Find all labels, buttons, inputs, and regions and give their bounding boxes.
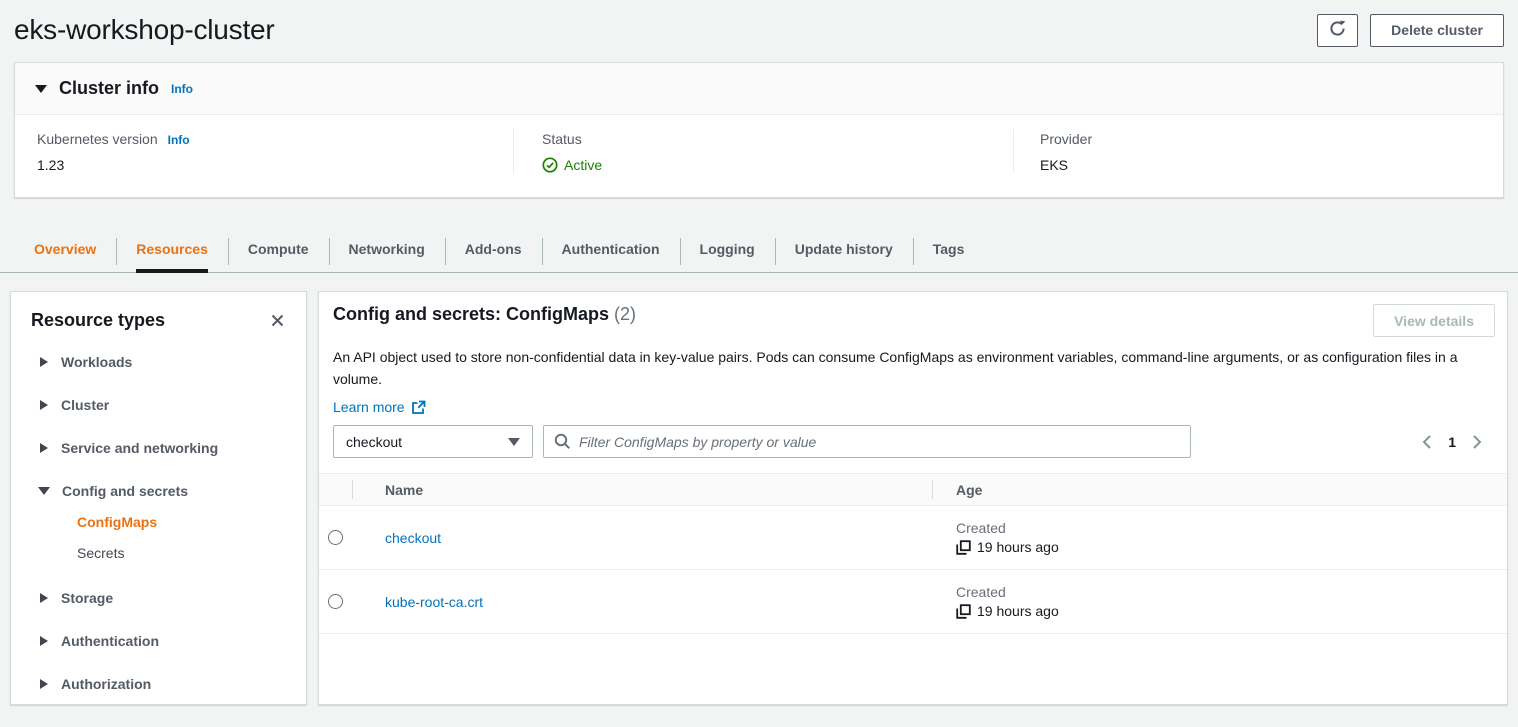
- configmaps-panel: Config and secrets: ConfigMaps (2) View …: [318, 291, 1508, 705]
- close-icon[interactable]: [269, 312, 286, 329]
- row-radio-button[interactable]: [328, 594, 343, 609]
- sidebar-item-service-and-networking[interactable]: Service and networking: [31, 436, 286, 460]
- table-header: Name Age: [319, 473, 1507, 506]
- search-input[interactable]: [579, 434, 1180, 450]
- panel-title: Config and secrets: ConfigMaps (2): [333, 304, 636, 325]
- tab-resources[interactable]: Resources: [116, 228, 228, 272]
- page-title: eks-workshop-cluster: [14, 14, 275, 46]
- resource-type-tree: Workloads Cluster Service and networking…: [31, 350, 286, 696]
- chevron-right-icon: [40, 593, 48, 603]
- tab-authentication[interactable]: Authentication: [542, 228, 680, 272]
- field-status: Status Active: [513, 129, 1013, 173]
- external-link-icon[interactable]: [411, 400, 426, 415]
- copy-icon[interactable]: [956, 604, 971, 619]
- sidebar-item-secrets[interactable]: Secrets: [77, 541, 286, 565]
- sidebar-item-workloads[interactable]: Workloads: [31, 350, 286, 374]
- chevron-right-icon: [40, 443, 48, 453]
- cluster-tabs: Overview Resources Compute Networking Ad…: [0, 228, 1518, 273]
- sidebar-item-authentication[interactable]: Authentication: [31, 629, 286, 653]
- search-icon: [554, 433, 571, 450]
- refresh-icon: [1328, 19, 1347, 41]
- chevron-right-icon: [40, 400, 48, 410]
- dropdown-caret-icon: [508, 438, 520, 446]
- tab-networking[interactable]: Networking: [329, 228, 445, 272]
- provider-value: EKS: [1040, 157, 1503, 173]
- tab-compute[interactable]: Compute: [228, 228, 329, 272]
- age-created-label: Created: [956, 584, 1507, 600]
- age-value: 19 hours ago: [977, 603, 1059, 619]
- kubernetes-version-info-link[interactable]: Info: [168, 133, 190, 147]
- resource-types-sidebar: Resource types Workloads Cluster Service…: [10, 291, 307, 705]
- status-label: Status: [542, 131, 582, 147]
- tab-update-history[interactable]: Update history: [775, 228, 913, 272]
- age-column-header: Age: [933, 482, 1507, 498]
- configmap-link[interactable]: kube-root-ca.crt: [385, 594, 483, 610]
- refresh-button[interactable]: [1317, 14, 1358, 47]
- sidebar-item-config-and-secrets[interactable]: Config and secrets: [31, 479, 286, 503]
- field-kubernetes-version: Kubernetes version Info 1.23: [15, 129, 513, 173]
- current-page-number[interactable]: 1: [1444, 434, 1460, 450]
- chevron-right-icon: [40, 357, 48, 367]
- sidebar-item-authorization[interactable]: Authorization: [31, 672, 286, 696]
- search-box: [543, 425, 1191, 458]
- provider-label: Provider: [1040, 131, 1092, 147]
- delete-cluster-button[interactable]: Delete cluster: [1370, 14, 1504, 47]
- kubernetes-version-label: Kubernetes version: [37, 131, 158, 147]
- pagination: 1: [1421, 434, 1497, 450]
- tab-overview[interactable]: Overview: [14, 228, 116, 272]
- status-check-icon: [542, 157, 558, 173]
- configmap-link[interactable]: checkout: [385, 530, 441, 546]
- next-page-icon[interactable]: [1472, 434, 1483, 450]
- learn-more-link[interactable]: Learn more: [333, 399, 405, 415]
- chevron-down-icon: [38, 487, 50, 495]
- sidebar-item-storage[interactable]: Storage: [31, 586, 286, 610]
- configmaps-count: (2): [614, 304, 636, 324]
- tab-logging[interactable]: Logging: [680, 228, 775, 272]
- cluster-info-header[interactable]: Cluster info Info: [15, 63, 1503, 115]
- cluster-info-title: Cluster info: [59, 78, 159, 99]
- row-radio-button[interactable]: [328, 530, 343, 545]
- configmap-filter-dropdown[interactable]: checkout: [333, 425, 533, 458]
- sidebar-item-cluster[interactable]: Cluster: [31, 393, 286, 417]
- eks-cluster-page: eks-workshop-cluster Delete cluster Clus…: [0, 0, 1518, 727]
- kubernetes-version-value: 1.23: [37, 157, 513, 173]
- tab-tags[interactable]: Tags: [913, 228, 985, 272]
- previous-page-icon[interactable]: [1421, 434, 1432, 450]
- view-details-button[interactable]: View details: [1373, 304, 1495, 337]
- chevron-right-icon: [40, 679, 48, 689]
- table-row: checkout Created 19 hours ago: [319, 506, 1507, 570]
- table-controls: checkout 1: [319, 415, 1507, 473]
- collapse-caret-icon[interactable]: [35, 85, 47, 93]
- cluster-info-card: Cluster info Info Kubernetes version Inf…: [14, 62, 1504, 198]
- header-actions: Delete cluster: [1317, 14, 1504, 47]
- table-row: kube-root-ca.crt Created 19 hours ago: [319, 570, 1507, 634]
- chevron-right-icon: [40, 636, 48, 646]
- sidebar-title: Resource types: [31, 310, 165, 331]
- dropdown-selected-value: checkout: [346, 434, 402, 450]
- copy-icon[interactable]: [956, 540, 971, 555]
- age-created-label: Created: [956, 520, 1507, 536]
- age-value: 19 hours ago: [977, 539, 1059, 555]
- sidebar-item-configmaps[interactable]: ConfigMaps: [77, 510, 286, 534]
- tab-add-ons[interactable]: Add-ons: [445, 228, 542, 272]
- field-provider: Provider EKS: [1013, 129, 1503, 173]
- configmaps-description: An API object used to store non-confiden…: [319, 337, 1507, 390]
- name-column-header: Name: [353, 482, 932, 498]
- cluster-info-info-link[interactable]: Info: [171, 82, 193, 96]
- cluster-info-body: Kubernetes version Info 1.23 Status Acti…: [15, 115, 1503, 197]
- content-area: Resource types Workloads Cluster Service…: [10, 291, 1508, 705]
- page-header: eks-workshop-cluster Delete cluster: [0, 0, 1518, 52]
- status-badge: Active: [564, 157, 602, 173]
